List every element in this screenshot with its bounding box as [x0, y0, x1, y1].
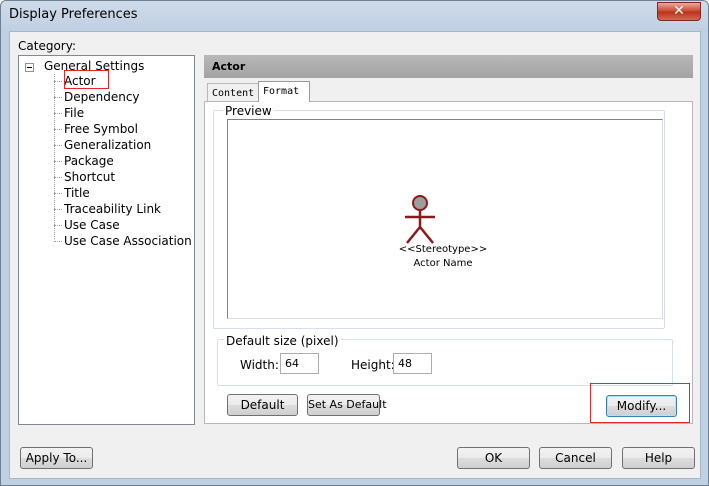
tab-content[interactable]: Content [207, 83, 259, 102]
actor-stereotype: <<Stereotype>> [398, 244, 488, 255]
category-tree[interactable]: General Settings Actor Dependency File F… [18, 55, 195, 425]
close-icon: ✕ [673, 3, 685, 19]
title-bar: Display Preferences ✕ [1, 1, 708, 31]
close-button[interactable]: ✕ [657, 2, 701, 21]
apply-to-button[interactable]: Apply To... [20, 447, 93, 469]
panel-header-title: Actor [212, 60, 246, 73]
selected-item-highlight [64, 70, 109, 89]
display-preferences-window: Display Preferences ✕ Category: General … [0, 0, 709, 486]
width-label: Width: [240, 358, 279, 372]
ok-button[interactable]: OK [457, 447, 530, 469]
collapse-icon[interactable] [25, 63, 34, 72]
window-title: Display Preferences [9, 7, 138, 22]
category-label: Category: [18, 39, 76, 53]
set-as-default-button[interactable]: Set As Default [307, 394, 387, 416]
default-button[interactable]: Default [227, 394, 298, 416]
actor-name: Actor Name [413, 258, 473, 269]
height-label: Height: [351, 358, 395, 372]
dialog-client-area: Category: General Settings Actor Depende… [9, 31, 701, 479]
tab-format[interactable]: Format [258, 81, 310, 102]
panel-header: Actor [204, 55, 693, 78]
help-button[interactable]: Help [622, 447, 695, 469]
width-input[interactable]: 64 [280, 353, 319, 374]
default-size-legend: Default size (pixel) [224, 334, 341, 348]
modify-button[interactable]: Modify... [606, 395, 677, 417]
preview-legend: Preview [223, 104, 274, 118]
format-tab-panel: Preview <<Stereotype>> Actor Name Defaul… [204, 101, 693, 424]
preview-canvas: <<Stereotype>> Actor Name [227, 119, 663, 319]
tree-guide-line [54, 74, 55, 239]
height-input[interactable]: 48 [393, 353, 432, 374]
cancel-button[interactable]: Cancel [539, 447, 612, 469]
actor-icon [405, 195, 435, 244]
